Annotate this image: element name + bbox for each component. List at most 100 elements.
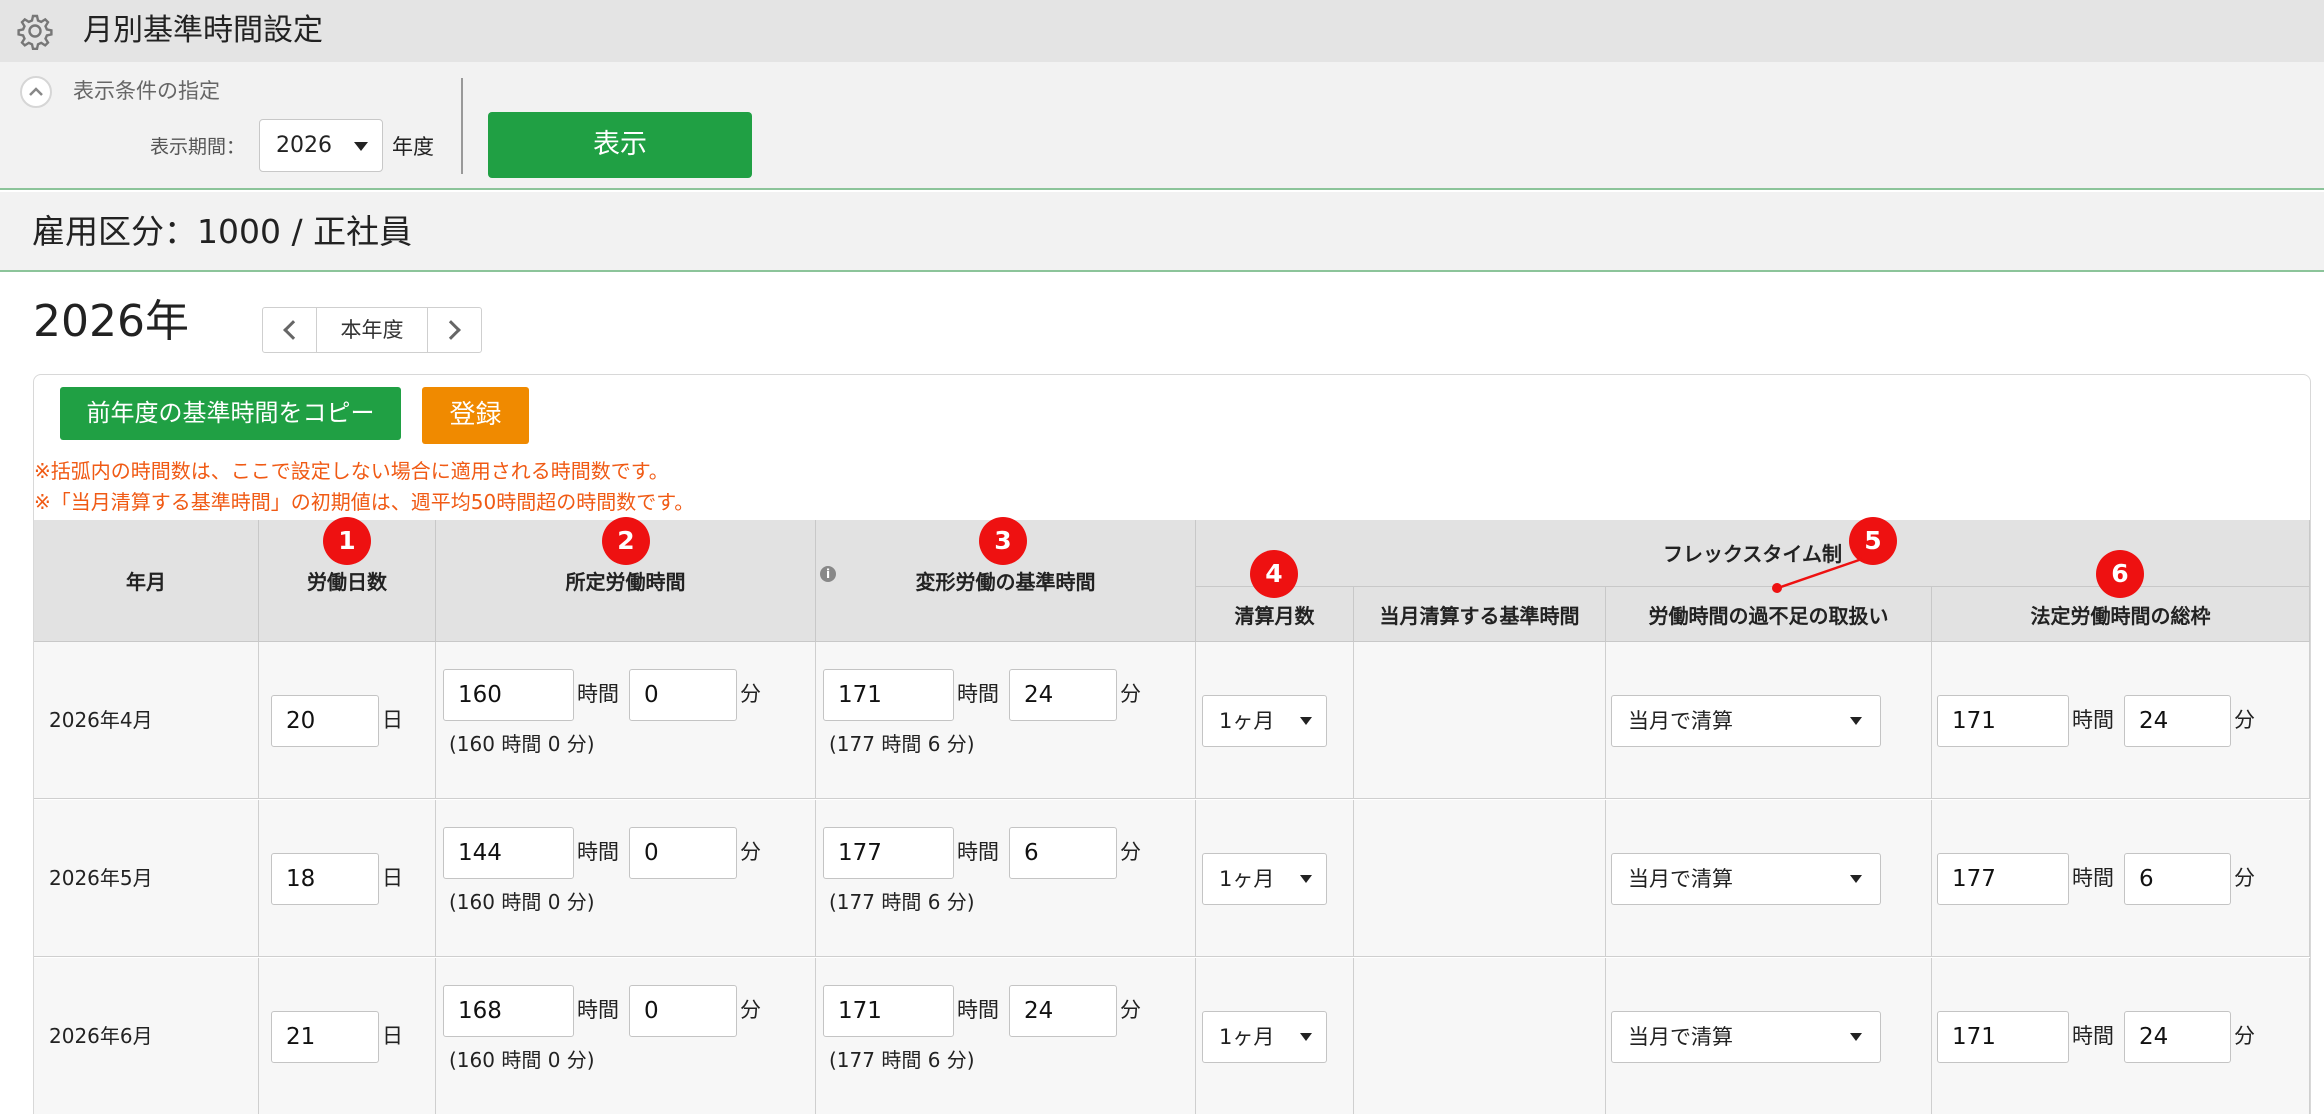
caret-down-icon [1850, 1033, 1862, 1041]
next-year-button[interactable] [427, 308, 481, 352]
settlement-months-select-value: 1ヶ月 [1219, 1025, 1275, 1049]
year-month-label: 2026年5月 [49, 866, 153, 890]
register-button[interactable]: 登録 [422, 387, 529, 444]
scheduled-hours-input[interactable]: 144 [443, 827, 574, 879]
note-text: ※「当月清算する基準時間」の初期値は、週平均50時間超の時間数です。 [34, 490, 695, 514]
header-label: 清算月数 [1234, 604, 1315, 628]
header-label: 所定労働時間 [565, 570, 686, 594]
year-month-label: 2026年4月 [49, 708, 153, 732]
excess-shortage-select[interactable]: 当月で清算 [1611, 1011, 1881, 1063]
scheduled-minutes-input[interactable]: 0 [629, 669, 737, 721]
variable-minutes-input[interactable]: 24 [1009, 669, 1117, 721]
variable-default-text: (177 時間 6 分) [829, 1048, 975, 1072]
employment-category: 雇用区分：1000 / 正社員 [32, 212, 413, 251]
year-select[interactable]: 2026 [259, 119, 383, 172]
table-row: 2026年5月 18 日 144 時間 0 分 (160 時間 0 分) 177 時間 6 分 (177… [34, 800, 2310, 957]
minute-unit: 分 [1120, 682, 1141, 706]
scheduled-hours-input[interactable]: 168 [443, 985, 574, 1037]
legal-minutes-input[interactable]: 24 [2124, 1011, 2231, 1063]
annotation-badge-6: 6 [2096, 550, 2144, 598]
header-label: 法定労働時間の総枠 [2030, 604, 2211, 628]
scheduled-default-text: (160 時間 0 分) [449, 732, 595, 756]
collapse-toggle[interactable] [20, 76, 52, 108]
variable-default-text: (177 時間 6 分) [829, 890, 975, 914]
header-label: フレックスタイム制 [1663, 542, 1842, 566]
hour-unit: 時間 [2072, 866, 2114, 890]
excess-shortage-select-value: 当月で清算 [1628, 709, 1733, 733]
year-heading: 2026年 [33, 296, 189, 347]
variable-minutes-input[interactable]: 24 [1009, 985, 1117, 1037]
scheduled-hours-input[interactable]: 160 [443, 669, 574, 721]
settlement-months-select[interactable]: 1ヶ月 [1202, 853, 1327, 905]
scheduled-minutes-input[interactable]: 0 [629, 827, 737, 879]
scheduled-minutes-input[interactable]: 0 [629, 985, 737, 1037]
scheduled-default-text: (160 時間 0 分) [449, 1048, 595, 1072]
header-label: 労働日数 [307, 570, 387, 594]
header-label: 年月 [126, 570, 166, 594]
table-row: 2026年4月 20 日 160 時間 0 分 (160 時間 0 分) 171 時間 24 分 (17… [34, 642, 2310, 799]
hour-unit: 時間 [957, 998, 999, 1022]
chevron-up-icon [29, 87, 43, 96]
show-button[interactable]: 表示 [488, 112, 752, 178]
minute-unit: 分 [740, 840, 761, 864]
header-label: 労働時間の過不足の取扱い [1648, 604, 1889, 628]
legal-minutes-input[interactable]: 24 [2124, 695, 2231, 747]
variable-default-text: (177 時間 6 分) [829, 732, 975, 756]
header-year-month: 年月 [34, 520, 259, 642]
table-cell [1354, 958, 1606, 1114]
caret-down-icon [1850, 717, 1862, 725]
period-label: 表示期間： [150, 136, 246, 158]
hour-unit: 時間 [577, 682, 619, 706]
legal-hours-input[interactable]: 171 [1937, 695, 2069, 747]
caret-down-icon [354, 142, 368, 151]
table-cell [1354, 642, 1606, 799]
excess-shortage-select-value: 当月で清算 [1628, 1025, 1733, 1049]
variable-minutes-input[interactable]: 6 [1009, 827, 1117, 879]
page-title: 月別基準時間設定 [83, 13, 323, 48]
year-select-value: 2026 [276, 133, 332, 158]
hour-unit: 時間 [957, 840, 999, 864]
minute-unit: 分 [2234, 866, 2255, 890]
hour-unit: 時間 [2072, 708, 2114, 732]
hour-unit: 時間 [577, 840, 619, 864]
excess-shortage-select-value: 当月で清算 [1628, 867, 1733, 891]
work-days-input[interactable]: 18 [271, 853, 379, 905]
caret-down-icon [1300, 717, 1312, 725]
previous-year-button[interactable] [263, 308, 317, 352]
settlement-months-select[interactable]: 1ヶ月 [1202, 695, 1327, 747]
legal-hours-input[interactable]: 177 [1937, 853, 2069, 905]
minute-unit: 分 [1120, 840, 1141, 864]
work-days-input[interactable]: 21 [271, 1011, 379, 1063]
header-label-wrap: 変形労働の基準時間 i [816, 566, 1195, 595]
legal-hours-input[interactable]: 171 [1937, 1011, 2069, 1063]
period-unit: 年度 [392, 135, 434, 159]
info-icon[interactable]: i [820, 566, 836, 582]
minute-unit: 分 [740, 682, 761, 706]
table-row: 2026年6月 21 日 168 時間 0 分 (160 時間 0 分) 171 時間 24 分 (17… [34, 958, 2310, 1114]
variable-hours-input[interactable]: 171 [823, 669, 954, 721]
work-days-input[interactable]: 20 [271, 695, 379, 747]
excess-shortage-select[interactable]: 当月で清算 [1611, 695, 1881, 747]
variable-hours-input[interactable]: 171 [823, 985, 954, 1037]
caret-down-icon [1850, 875, 1862, 883]
current-year-button[interactable]: 本年度 [317, 308, 427, 352]
legal-minutes-input[interactable]: 6 [2124, 853, 2231, 905]
note-text: ※括弧内の時間数は、ここで設定しない場合に適用される時間数です。 [34, 459, 669, 483]
copy-previous-year-button[interactable]: 前年度の基準時間をコピー [60, 387, 401, 440]
minute-unit: 分 [2234, 1024, 2255, 1048]
minute-unit: 分 [2234, 708, 2255, 732]
table-cell [1354, 800, 1606, 957]
chevron-left-icon [283, 320, 303, 340]
gear-icon[interactable] [16, 12, 54, 50]
annotation-badge-3: 3 [979, 517, 1027, 565]
excess-shortage-select[interactable]: 当月で清算 [1611, 853, 1881, 905]
caret-down-icon [1300, 875, 1312, 883]
annotation-badge-4: 4 [1250, 550, 1298, 598]
variable-hours-input[interactable]: 177 [823, 827, 954, 879]
day-unit: 日 [382, 866, 403, 890]
employment-bar: 雇用区分：1000 / 正社員 [0, 192, 2324, 272]
minute-unit: 分 [740, 998, 761, 1022]
header-excess-shortage: 労働時間の過不足の取扱い [1606, 587, 1932, 642]
day-unit: 日 [382, 1024, 403, 1048]
settlement-months-select[interactable]: 1ヶ月 [1202, 1011, 1327, 1063]
